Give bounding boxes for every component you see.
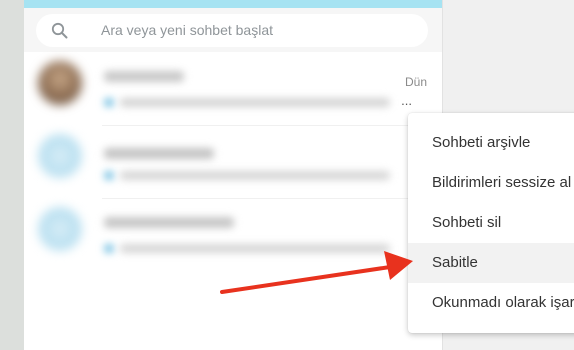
red-arrow-annotation [220, 251, 413, 294]
